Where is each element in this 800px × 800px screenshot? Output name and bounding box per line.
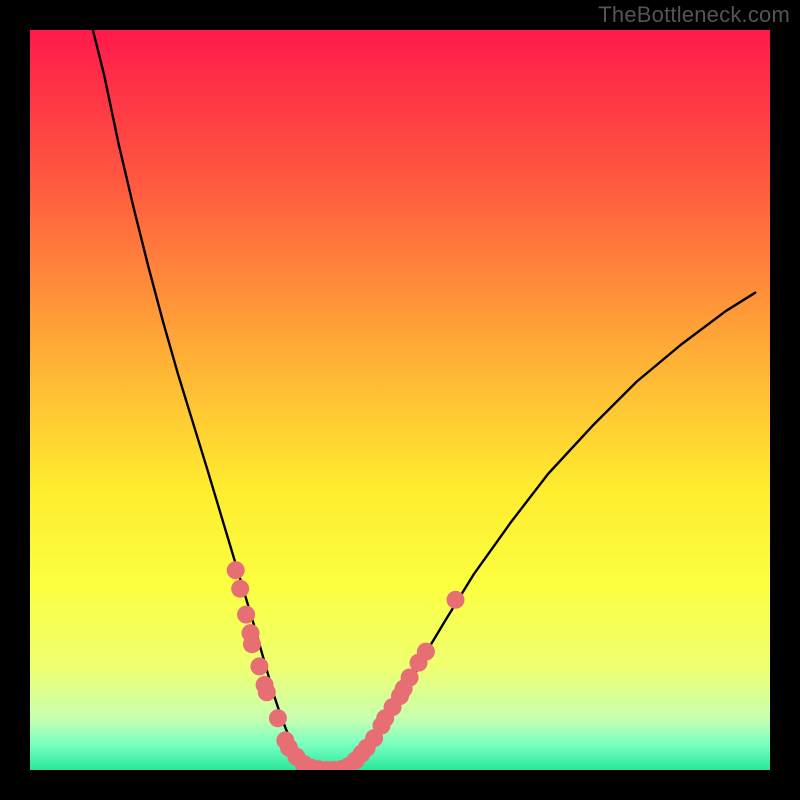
- data-point: [227, 561, 245, 579]
- plot-background: [30, 30, 770, 770]
- data-point: [258, 683, 276, 701]
- data-point: [250, 657, 268, 675]
- data-point: [447, 591, 465, 609]
- frame-bottom: [0, 770, 800, 800]
- data-point: [231, 580, 249, 598]
- chart-container: TheBottleneck.com: [0, 0, 800, 800]
- frame-right: [770, 0, 800, 800]
- watermark-label: TheBottleneck.com: [598, 2, 790, 28]
- data-point: [237, 606, 255, 624]
- data-point: [269, 709, 287, 727]
- data-point: [417, 643, 435, 661]
- bottleneck-chart: [0, 0, 800, 800]
- data-point: [243, 635, 261, 653]
- frame-left: [0, 0, 30, 800]
